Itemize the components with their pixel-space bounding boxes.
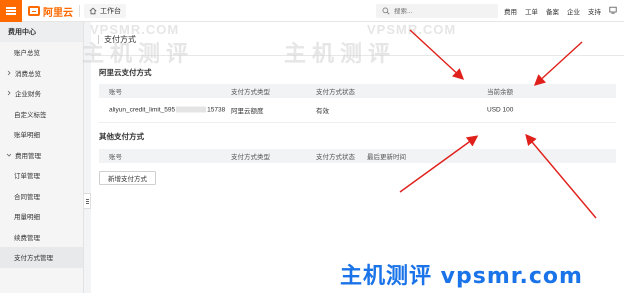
arrow: [399, 135, 479, 193]
arrow: [525, 133, 597, 219]
arrow: [533, 41, 583, 86]
arrow: [409, 29, 465, 80]
annotation-arrows: [399, 29, 597, 219]
